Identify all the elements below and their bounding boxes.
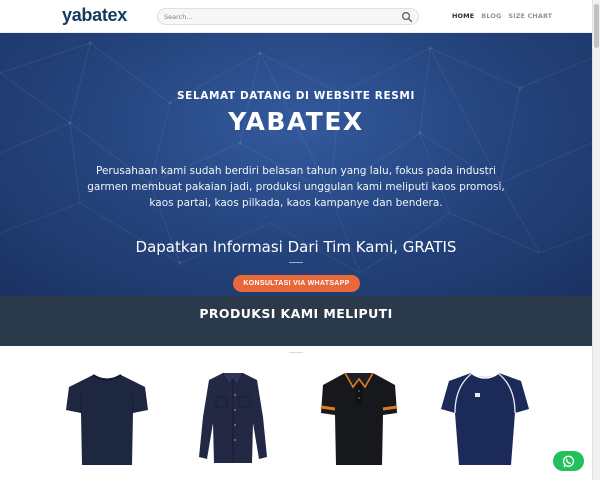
product-item-polo-shirt[interactable] xyxy=(309,365,409,470)
scrollbar-thumb[interactable] xyxy=(594,4,599,48)
black-polo-shirt-orange-trim-icon xyxy=(320,372,398,465)
product-item-tshirt[interactable] xyxy=(57,365,157,470)
navy-long-sleeve-shirt-icon xyxy=(199,372,267,463)
search-icon[interactable] xyxy=(401,11,413,23)
section-title: PRODUKSI KAMI MELIPUTI xyxy=(199,306,393,321)
whatsapp-consultation-button[interactable]: KONSULTASI VIA WHATSAPP xyxy=(233,275,360,292)
hero-description: Perusahaan kami sudah berdiri belasan ta… xyxy=(87,165,505,209)
nav-blog[interactable]: BLOG xyxy=(481,12,501,20)
site-header: yabatex HOME BLOG SIZE CHART xyxy=(0,0,592,33)
site-logo[interactable]: yabatex xyxy=(62,5,127,26)
search-box[interactable] xyxy=(157,8,419,25)
hero-banner: SELAMAT DATANG DI WEBSITE RESMI YABATEX … xyxy=(0,33,592,296)
main-nav: HOME BLOG SIZE CHART xyxy=(452,12,552,20)
section-header-band: PRODUKSI KAMI MELIPUTI xyxy=(0,296,592,346)
navy-jersey-icon xyxy=(441,372,529,465)
whatsapp-icon xyxy=(562,455,575,468)
product-item-long-sleeve-shirt[interactable] xyxy=(183,365,283,470)
page-scrollbar[interactable] xyxy=(592,0,600,480)
search-input[interactable] xyxy=(164,11,394,23)
hero-info-text: Dapatkan Informasi Dari Tim Kami, GRATIS xyxy=(135,238,457,256)
hero-subtitle: SELAMAT DATANG DI WEBSITE RESMI xyxy=(177,90,415,102)
hero-title: YABATEX xyxy=(228,107,364,136)
navy-tshirt-icon xyxy=(66,374,148,465)
section-divider xyxy=(289,352,303,353)
whatsapp-float-button[interactable] xyxy=(553,451,584,471)
hero-divider xyxy=(289,262,303,263)
product-item-jersey[interactable] xyxy=(435,365,535,470)
nav-size-chart[interactable]: SIZE CHART xyxy=(508,12,552,20)
nav-home[interactable]: HOME xyxy=(452,12,474,20)
